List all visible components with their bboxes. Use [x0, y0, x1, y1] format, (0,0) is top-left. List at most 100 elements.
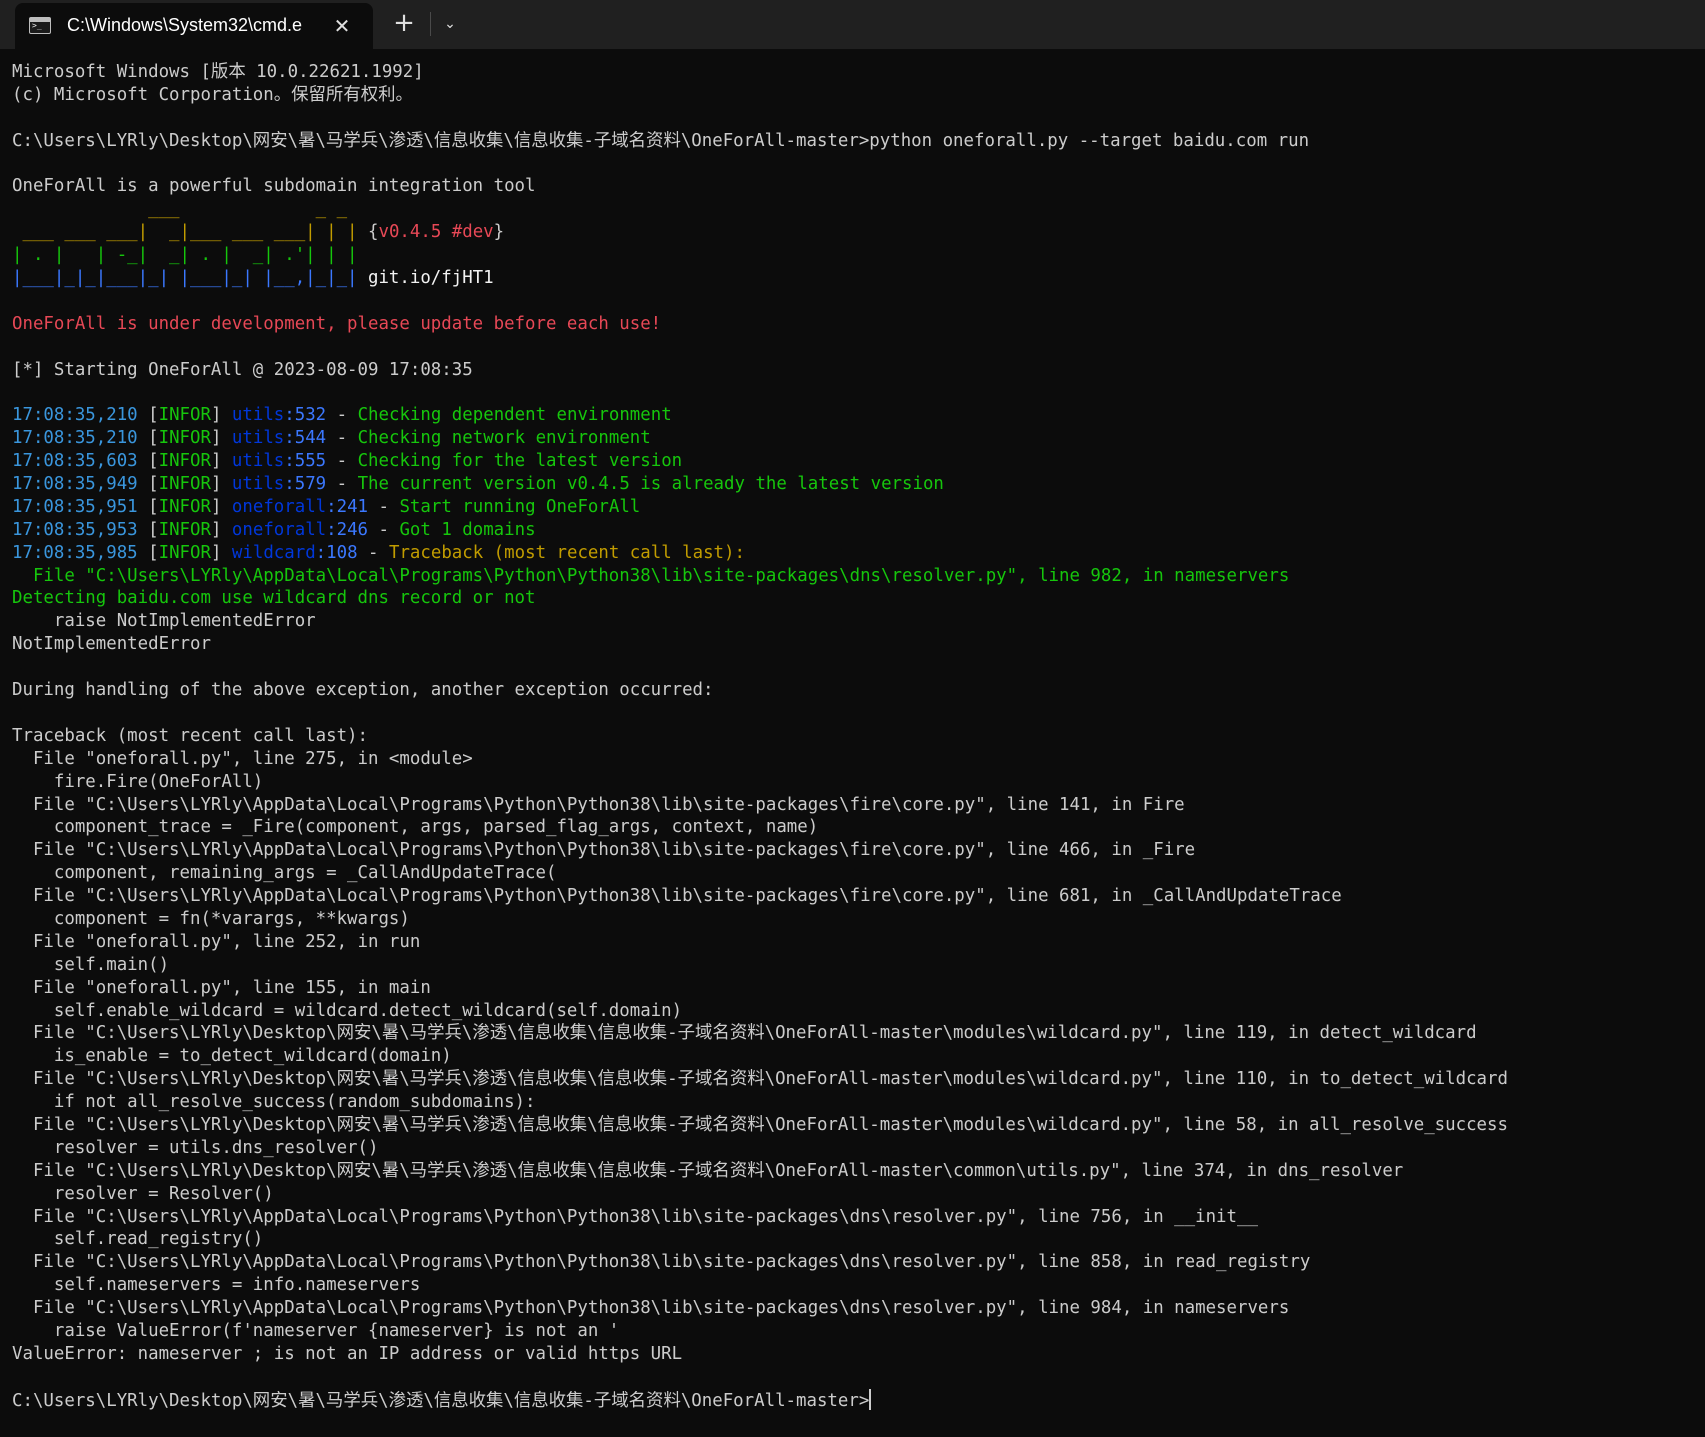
terminal-text-segment: Detecting baidu.com use wildcard dns rec…	[12, 588, 536, 609]
terminal-output[interactable]: Microsoft Windows [版本 10.0.22621.1992] (c…	[12, 61, 1702, 1431]
terminal-text-segment: self.main()	[12, 954, 170, 975]
terminal-text-segment: [	[137, 474, 159, 495]
terminal-text-segment: component, remaining_args = _CallAndUpda…	[12, 863, 557, 884]
terminal-line: C:\Users\LYRly\Desktop\网安\暑\马学兵\渗透\信息收集\…	[12, 130, 1702, 153]
tab-cmd[interactable]: C:\Windows\System32\cmd.e ✕	[15, 3, 373, 49]
terminal-text-segment: -	[326, 474, 358, 495]
terminal-text-segment: -	[326, 428, 358, 449]
terminal-text-segment: Traceback (most recent call last):	[12, 725, 368, 746]
terminal-text-segment: INFOR	[158, 451, 211, 472]
terminal-text-segment: | . | | -_| _| . | _| .'| | |	[12, 245, 358, 266]
terminal-text-segment: INFOR	[158, 519, 211, 540]
terminal-text-segment: Microsoft Windows [版本 10.0.22621.1992]	[12, 62, 424, 82]
terminal-line: 17:08:35,951 [INFOR] oneforall:241 - Sta…	[12, 496, 1702, 519]
terminal-text-segment: 17:08:35,210	[12, 405, 138, 426]
terminal-line: resolver = Resolver()	[12, 1183, 1702, 1206]
terminal-text-segment: File "C:\Users\LYRly\Desktop\网安\暑\马学兵\渗透…	[12, 1114, 1508, 1135]
terminal-text-segment: File "C:\Users\LYRly\AppData\Local\Progr…	[12, 840, 1196, 861]
terminal-text-segment: File "C:\Users\LYRly\AppData\Local\Progr…	[12, 565, 1290, 586]
terminal-line: ___ _ _	[12, 198, 1702, 221]
terminal-line: 17:08:35,210 [INFOR] utils:532 - Checkin…	[12, 404, 1702, 427]
terminal-text-segment: self.nameservers = info.nameservers	[12, 1275, 421, 1296]
terminal-line: File "oneforall.py", line 275, in <modul…	[12, 748, 1702, 771]
terminal-text-segment: 17:08:35,949	[12, 474, 138, 495]
terminal-line: Detecting baidu.com use wildcard dns rec…	[12, 587, 1702, 610]
close-tab-icon[interactable]: ✕	[328, 12, 356, 40]
terminal-line: File "oneforall.py", line 252, in run	[12, 931, 1702, 954]
terminal-line: Traceback (most recent call last):	[12, 725, 1702, 748]
tab-title: C:\Windows\System32\cmd.e	[67, 15, 303, 35]
terminal-text-segment: [	[137, 542, 159, 563]
terminal-text-segment: INFOR	[158, 542, 211, 563]
terminal-text-segment: ___ ___ ___| _|___ ___ ___| | |	[12, 222, 368, 243]
terminal-text-segment: :544	[284, 428, 327, 449]
terminal-text-segment: :532	[284, 405, 327, 426]
terminal-text-segment: INFOR	[158, 474, 211, 495]
terminal-text-segment: ___ _ _	[12, 199, 348, 220]
chevron-down-icon[interactable]: ⌄	[434, 8, 466, 40]
terminal-line: (c) Microsoft Corporation。保留所有权利。	[12, 84, 1702, 107]
terminal-text-segment: v0.4.5 #dev	[378, 222, 494, 243]
terminal-text-segment: is_enable = to_detect_wildcard(domain)	[12, 1046, 452, 1067]
terminal-text-segment: INFOR	[158, 496, 211, 517]
terminal-text-segment: NotImplementedError	[12, 634, 211, 655]
terminal-text-segment: utils	[231, 451, 285, 472]
terminal-text-segment: Traceback (most recent call last):	[388, 542, 745, 563]
terminal-text-segment: component = fn(*varargs, **kwargs)	[12, 908, 410, 929]
terminal-text-segment: resolver = Resolver()	[12, 1183, 274, 1204]
terminal-text-segment: During handling of the above exception, …	[12, 680, 714, 701]
terminal-text-segment: git.io/fjHT1	[367, 268, 494, 289]
terminal-text-segment: [	[137, 405, 159, 426]
terminal-text-segment: self.enable_wildcard = wildcard.detect_w…	[12, 1000, 683, 1021]
terminal-line: File "C:\Users\LYRly\Desktop\网安\暑\马学兵\渗透…	[12, 1160, 1702, 1183]
terminal-text-segment: -	[326, 451, 358, 472]
terminal-line: File "C:\Users\LYRly\AppData\Local\Progr…	[12, 1206, 1702, 1229]
terminal-text: Microsoft Windows [版本 10.0.22621.1992] (c…	[12, 61, 1702, 1412]
terminal-text-segment: -	[326, 405, 358, 426]
terminal-text-segment: raise ValueError(f'nameserver {nameserve…	[12, 1320, 620, 1341]
terminal-text-segment: :555	[284, 451, 327, 472]
terminal-text-segment: File "oneforall.py", line 252, in run	[12, 931, 421, 952]
terminal-line: raise ValueError(f'nameserver {nameserve…	[12, 1320, 1702, 1343]
new-tab-button[interactable]: +	[388, 8, 420, 40]
terminal-line: fire.Fire(OneForAll)	[12, 771, 1702, 794]
terminal-line: OneForAll is under development, please u…	[12, 313, 1702, 336]
terminal-line: Microsoft Windows [版本 10.0.22621.1992]	[12, 61, 1702, 84]
terminal-text-segment: if not all_resolve_success(random_subdom…	[12, 1092, 536, 1113]
terminal-line: File "C:\Users\LYRly\AppData\Local\Progr…	[12, 839, 1702, 862]
terminal-text-segment: utils	[231, 405, 285, 426]
terminal-line: File "C:\Users\LYRly\AppData\Local\Progr…	[12, 794, 1702, 817]
terminal-text-segment: :241	[326, 496, 369, 517]
terminal-text-segment: 17:08:35,210	[12, 428, 138, 449]
terminal-line: During handling of the above exception, …	[12, 679, 1702, 702]
terminal-line: File "C:\Users\LYRly\AppData\Local\Progr…	[12, 1251, 1702, 1274]
terminal-text-segment: :108	[315, 542, 358, 563]
terminal-text-segment: ]	[210, 428, 232, 449]
terminal-line: | . | | -_| _| . | _| .'| | |	[12, 244, 1702, 267]
terminal-text-segment: File "C:\Users\LYRly\Desktop\网安\暑\马学兵\渗透…	[12, 1160, 1404, 1181]
terminal-text-segment: :579	[284, 474, 327, 495]
terminal-text-segment: fire.Fire(OneForAll)	[12, 771, 264, 792]
terminal-text-segment: 17:08:35,985	[12, 542, 138, 563]
terminal-text-segment: Start running OneForAll	[399, 496, 641, 517]
terminal-text-segment: -	[368, 496, 400, 517]
terminal-text-segment: Checking network environment	[357, 428, 651, 449]
terminal-text-segment: File "C:\Users\LYRly\AppData\Local\Progr…	[12, 886, 1342, 907]
terminal-line: C:\Users\LYRly\Desktop\网安\暑\马学兵\渗透\信息收集\…	[12, 1388, 1702, 1412]
terminal-text-segment: 17:08:35,951	[12, 496, 138, 517]
terminal-line: 17:08:35,985 [INFOR] wildcard:108 - Trac…	[12, 542, 1702, 565]
terminal-line: self.main()	[12, 954, 1702, 977]
terminal-line: raise NotImplementedError	[12, 610, 1702, 633]
terminal-text-segment: OneForAll is under development, please u…	[12, 313, 662, 334]
terminal-line: ValueError: nameserver ; is not an IP ad…	[12, 1343, 1702, 1366]
terminal-line: ___ ___ ___| _|___ ___ ___| | | {v0.4.5 …	[12, 221, 1702, 244]
terminal-text-segment: File "C:\Users\LYRly\AppData\Local\Progr…	[12, 1206, 1258, 1227]
terminal-line: component_trace = _Fire(component, args,…	[12, 816, 1702, 839]
terminal-text-segment: oneforall	[231, 519, 327, 540]
title-bar: C:\Windows\System32\cmd.e ✕ + ⌄	[0, 0, 1705, 49]
